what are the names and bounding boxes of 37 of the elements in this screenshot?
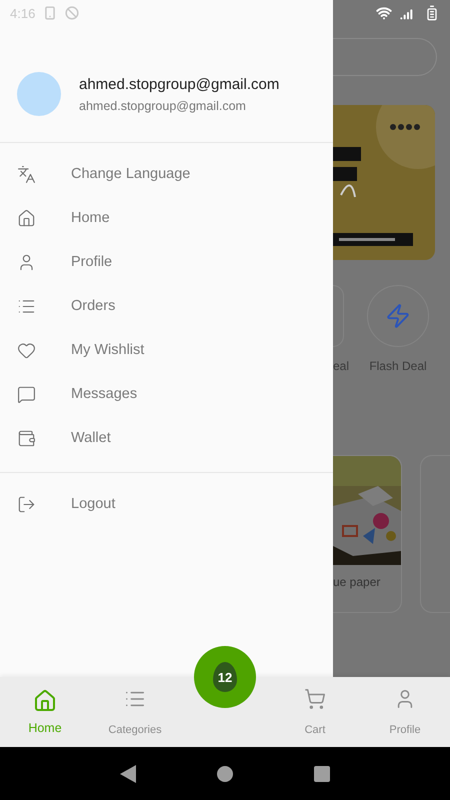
search-field[interactable] (333, 38, 437, 76)
deal-label: Flash Deal (369, 359, 427, 373)
menu-item[interactable]: Profile (0, 240, 333, 284)
lightning-icon (385, 303, 411, 329)
menu-item[interactable]: Change Language (0, 152, 333, 196)
menu-item[interactable]: Home (0, 196, 333, 240)
menu-item[interactable]: My Wishlist (0, 328, 333, 372)
menu-item[interactable]: Logout (0, 482, 333, 526)
nav-tab[interactable]: Home (0, 677, 90, 747)
home-icon (33, 689, 57, 713)
home-circle-icon (216, 766, 233, 782)
avatar (17, 72, 61, 116)
logout-icon (17, 494, 36, 514)
menu-item[interactable]: Messages (0, 372, 333, 416)
wallet-icon (17, 428, 36, 448)
wifi-icon (376, 5, 392, 21)
phone-icon (43, 6, 58, 20)
account-email: ahmed.stopgroup@gmail.com (79, 98, 247, 112)
deal-label: eal (333, 359, 350, 373)
account-name: ahmed.stopgroup@gmail.com (79, 76, 280, 92)
logo-button[interactable]: 12 (194, 646, 256, 708)
back-icon (120, 764, 136, 782)
nav-tab[interactable]: Cart (270, 677, 360, 747)
blocked-icon (65, 6, 80, 20)
deal-circle[interactable] (367, 285, 429, 347)
chat-bubble-icon (17, 384, 36, 404)
recents-icon (314, 766, 330, 782)
product-name: ue paper (333, 575, 382, 589)
menu-item[interactable]: Wallet (0, 416, 333, 460)
product-card[interactable]: ue paper (333, 455, 402, 613)
nav-tab[interactable]: Categories (90, 677, 180, 747)
translate-icon (17, 164, 36, 184)
nav-tab[interactable]: Profile (360, 677, 450, 747)
home-icon (17, 208, 36, 228)
heart-icon (17, 340, 36, 360)
cart-icon (304, 688, 326, 710)
menu-item[interactable]: Orders (0, 284, 333, 328)
